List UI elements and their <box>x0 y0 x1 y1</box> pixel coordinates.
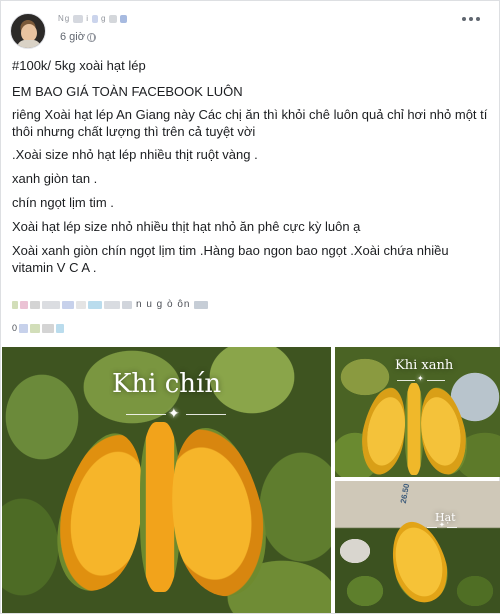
box-label: 26.50 <box>398 482 412 505</box>
text-line: xanh giòn tan . <box>12 171 98 186</box>
blurred-text-line: n u g ò ôn <box>12 299 209 310</box>
caption-divider <box>397 380 415 381</box>
globe-icon <box>87 33 96 42</box>
photo-green-mango[interactable]: Khi xanh ✦ <box>335 347 500 477</box>
more-options-button[interactable] <box>459 9 483 29</box>
intro-paragraph: riêng Xoài hạt lép An Giang này Các chị … <box>12 107 488 139</box>
blur-block <box>88 300 102 309</box>
blur-block <box>194 300 209 309</box>
sparkle-icon: ✦ <box>168 405 180 421</box>
dot-icon <box>469 17 473 21</box>
sparkle-icon: ✦ <box>417 374 424 383</box>
dot-icon <box>462 17 466 21</box>
photo-grid: Khi chín ✦ Khi xanh ✦ 26.50 Hạt ✦ <box>2 347 500 613</box>
hashtag-line: #100k/ 5kg xoài hạt lép <box>12 58 146 73</box>
blurred-text-line-2: 0 <box>12 323 65 333</box>
author-avatar[interactable] <box>10 13 46 49</box>
avatar-shirt <box>17 40 41 48</box>
blur-block <box>42 323 55 333</box>
photo-caption: Khi xanh <box>395 358 454 373</box>
caption-divider <box>126 414 166 415</box>
author-name[interactable]: Ng i g <box>58 14 128 23</box>
photo-mango-seed[interactable]: 26.50 Hạt ✦ <box>335 481 500 613</box>
author-name-fragment-3: g <box>101 14 107 23</box>
caption-divider <box>447 527 457 528</box>
caption-divider <box>427 527 437 528</box>
post-timestamp[interactable]: 6 giờ <box>60 31 85 43</box>
blur-block <box>92 14 99 23</box>
caption-divider <box>186 414 226 415</box>
text-line: Xoài xanh giòn chín ngọt lịm tim .Hàng b… <box>12 243 449 275</box>
author-name-fragment-2: i <box>86 14 90 23</box>
author-name-fragment: Ng <box>58 14 71 23</box>
mango-half <box>383 515 455 609</box>
blur-block <box>109 14 118 23</box>
facebook-post: Ng i g 6 giờ #100k/ 5kg xoài hạt lép EM … <box>0 0 500 614</box>
blur-block <box>42 300 60 309</box>
text-line: chín ngọt lịm tim . <box>12 195 114 210</box>
mango-slice <box>355 384 413 477</box>
post-text: #100k/ 5kg xoài hạt lép EM BAO GIÁ TOÀN … <box>12 57 492 283</box>
blurred-fragment: n u g ò ôn <box>136 299 191 310</box>
blur-block <box>122 300 132 309</box>
blur-block <box>30 323 41 333</box>
blur-block <box>30 300 40 309</box>
blur-block <box>12 300 18 309</box>
text-line: Xoài hạt lép size nhỏ nhiều thịt hạt nhỏ… <box>12 219 361 234</box>
blurred-fragment-2: 0 <box>12 323 18 333</box>
blur-block <box>20 300 28 309</box>
mango-slice <box>413 383 473 477</box>
blur-block <box>104 300 120 309</box>
photo-ripe-mango[interactable]: Khi chín ✦ <box>2 347 331 613</box>
blur-block <box>62 300 74 309</box>
blur-block <box>73 14 84 23</box>
text-line: .Xoài size nhỏ hạt lép nhiều thịt ruột v… <box>12 147 258 162</box>
photo-caption: Khi chín <box>112 369 222 399</box>
blur-block <box>19 323 29 333</box>
headline: EM BAO GIÁ TOÀN FACEBOOK LUÔN <box>12 84 243 99</box>
sparkle-icon: ✦ <box>439 522 445 529</box>
blur-block <box>76 300 86 309</box>
caption-divider <box>427 380 445 381</box>
blur-block <box>56 323 65 333</box>
blur-block <box>120 14 128 23</box>
dot-icon <box>476 17 480 21</box>
